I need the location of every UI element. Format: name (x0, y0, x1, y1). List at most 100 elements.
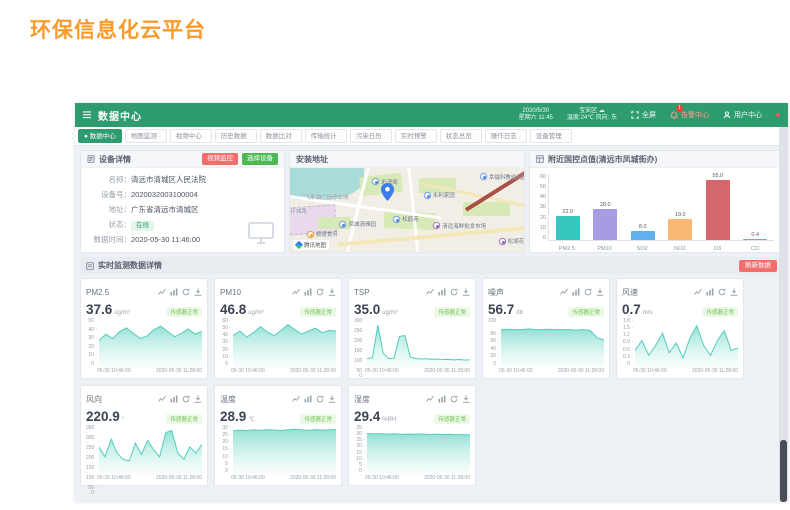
refresh-icon[interactable] (316, 283, 324, 301)
bar-chart-y-axis: 6050403020100 (534, 174, 548, 241)
download-icon[interactable] (328, 283, 336, 301)
card-x-end: 2020-05-30 11:28:00 (290, 368, 336, 374)
line-chart-icon[interactable] (560, 283, 568, 301)
sensor-card-噪声: 噪声56.7db传感器正常10080604020005-30 10:46:002… (482, 278, 610, 379)
map-poi[interactable]: 飞来湖广场停车场 (304, 193, 348, 201)
map-poi[interactable]: 松鹤苑 (393, 215, 419, 223)
video-monitor-button[interactable]: 视频监控 (202, 153, 238, 165)
tab-操作日志[interactable]: 操作日志· (485, 129, 527, 143)
refresh-icon[interactable] (182, 283, 190, 301)
tab-实时预警[interactable]: 实时预警· (395, 129, 437, 143)
topbar: 数据中心 2020/5/30 星期六 11:45 宝安区 ☁ 温度:24℃ 风向… (75, 103, 788, 127)
bar-chart-icon[interactable] (304, 283, 312, 301)
x-category-label: O3 (705, 246, 729, 252)
card-x-start: 05-30 10:46:00 (97, 475, 131, 481)
download-icon[interactable] (194, 283, 202, 301)
tab-caret-icon: · (474, 134, 476, 140)
card-x-start: 05-30 10:46:00 (231, 368, 265, 374)
download-icon[interactable] (194, 390, 202, 408)
refresh-icon[interactable] (450, 283, 458, 301)
refresh-icon[interactable] (718, 283, 726, 301)
bar-chart-icon[interactable] (170, 283, 178, 301)
scrollbar-thumb[interactable] (780, 440, 787, 502)
alert-center-button[interactable]: 1 告警中心 (670, 110, 709, 120)
bar-CO: 0.4 (743, 174, 767, 240)
device-field-row: 设备号：2020032003100004 (89, 187, 276, 202)
card-y-tick: 50 (222, 326, 231, 331)
line-chart-icon[interactable] (426, 390, 434, 408)
card-value: 28.9 (220, 409, 246, 424)
download-icon[interactable] (462, 283, 470, 301)
card-y-axis: 35302520151050 (354, 426, 367, 474)
card-y-tick: 10 (222, 455, 231, 460)
bar-chart-icon[interactable] (438, 390, 446, 408)
line-chart-icon[interactable] (158, 390, 166, 408)
map-poi[interactable]: 环城路 (290, 207, 307, 215)
line-chart-icon[interactable] (292, 390, 300, 408)
weather: 宝安区 ☁ 温度:24℃ 风向: 东 (567, 108, 617, 122)
line-chart-icon[interactable] (292, 283, 300, 301)
bar-chart-icon[interactable] (706, 283, 714, 301)
refresh-icon[interactable] (182, 390, 190, 408)
map-poi[interactable]: 松湖花园 (499, 237, 524, 245)
line-chart-icon[interactable] (694, 283, 702, 301)
card-x-start: 05-30 10:46:00 (633, 368, 667, 374)
bar-chart-icon[interactable] (438, 283, 446, 301)
card-x-start: 05-30 10:46:00 (231, 475, 265, 481)
card-y-tick: 40 (222, 333, 231, 338)
map[interactable]: 彩潇阁永利家园幸福科教幼儿园凤城清雅园松鹤苑清远海鲜批发市场顺德食府松湖花园飞来… (290, 168, 524, 253)
tab-污染日历[interactable]: 污染日历· (350, 129, 392, 143)
fullscreen-button[interactable]: 全屏 (631, 110, 656, 120)
card-y-tick: 20 (222, 348, 231, 353)
map-poi[interactable]: 清远海鲜批发市场 (433, 222, 486, 230)
line-chart-icon[interactable] (158, 283, 166, 301)
card-x-end: 2020-05-30 11:28:00 (424, 475, 470, 481)
sparkline-chart (99, 426, 202, 474)
tab-状态总览[interactable]: 状态总览· (440, 129, 482, 143)
card-y-tick: 20 (88, 345, 97, 350)
bar-chart-icon[interactable] (572, 283, 580, 301)
tab-数据比对[interactable]: 数据比对· (260, 129, 302, 143)
line-chart-icon[interactable] (426, 283, 434, 301)
tab-数据中心[interactable]: ● 数据中心 (78, 129, 122, 143)
card-y-axis: 1.81.51.20.90.60.30 (622, 319, 635, 367)
card-y-tick: 1.5 (623, 326, 633, 331)
poi-marker-icon (424, 192, 431, 199)
download-icon[interactable] (328, 390, 336, 408)
poi-marker-icon (393, 216, 400, 223)
tab-caret-icon: · (429, 134, 431, 140)
select-device-button[interactable]: 选择设备 (242, 153, 278, 165)
tab-地图监测[interactable]: 地图监测· (125, 129, 167, 143)
x-category-label: NO2 (668, 246, 692, 252)
refresh-icon[interactable] (316, 390, 324, 408)
map-poi[interactable]: 顺德食府 (307, 230, 338, 238)
map-poi[interactable]: 凤城清雅园 (339, 220, 376, 228)
realtime-section-header: 实时监测数据详情 刷新数据 (80, 257, 783, 274)
refresh-icon[interactable] (450, 390, 458, 408)
sensor-status-badge: 传感器正常 (434, 307, 470, 317)
user-center-button[interactable]: 用户中心 (723, 110, 762, 120)
map-poi[interactable]: 幸福科教幼儿园 (480, 173, 524, 181)
tab-视频中心[interactable]: 视频中心· (170, 129, 212, 143)
bar-chart-icon[interactable] (304, 390, 312, 408)
bar-rect (631, 231, 655, 240)
hamburger-menu-icon[interactable] (83, 111, 91, 119)
refresh-data-button[interactable]: 刷新数据 (739, 260, 777, 272)
bar-rect (556, 216, 580, 240)
download-icon[interactable] (462, 390, 470, 408)
tab-传输统计[interactable]: 传输统计· (305, 129, 347, 143)
tab-caret-icon: · (384, 134, 386, 140)
tab-历史数据[interactable]: 历史数据· (215, 129, 257, 143)
bar-chart-icon[interactable] (170, 390, 178, 408)
download-icon[interactable] (596, 283, 604, 301)
device-field-value: 2020032003100004 (131, 187, 198, 202)
sparkline-chart (501, 319, 604, 367)
sparkline-chart (367, 319, 470, 367)
download-icon[interactable] (730, 283, 738, 301)
map-poi[interactable]: 永利家园 (424, 191, 455, 199)
refresh-icon[interactable] (584, 283, 592, 301)
poi-label: 永利家园 (433, 191, 455, 199)
card-y-axis: 50403020100 (86, 319, 99, 367)
tab-设备管理[interactable]: 设备管理· (530, 129, 572, 143)
map-panel-title: 安装地址 (296, 154, 328, 165)
